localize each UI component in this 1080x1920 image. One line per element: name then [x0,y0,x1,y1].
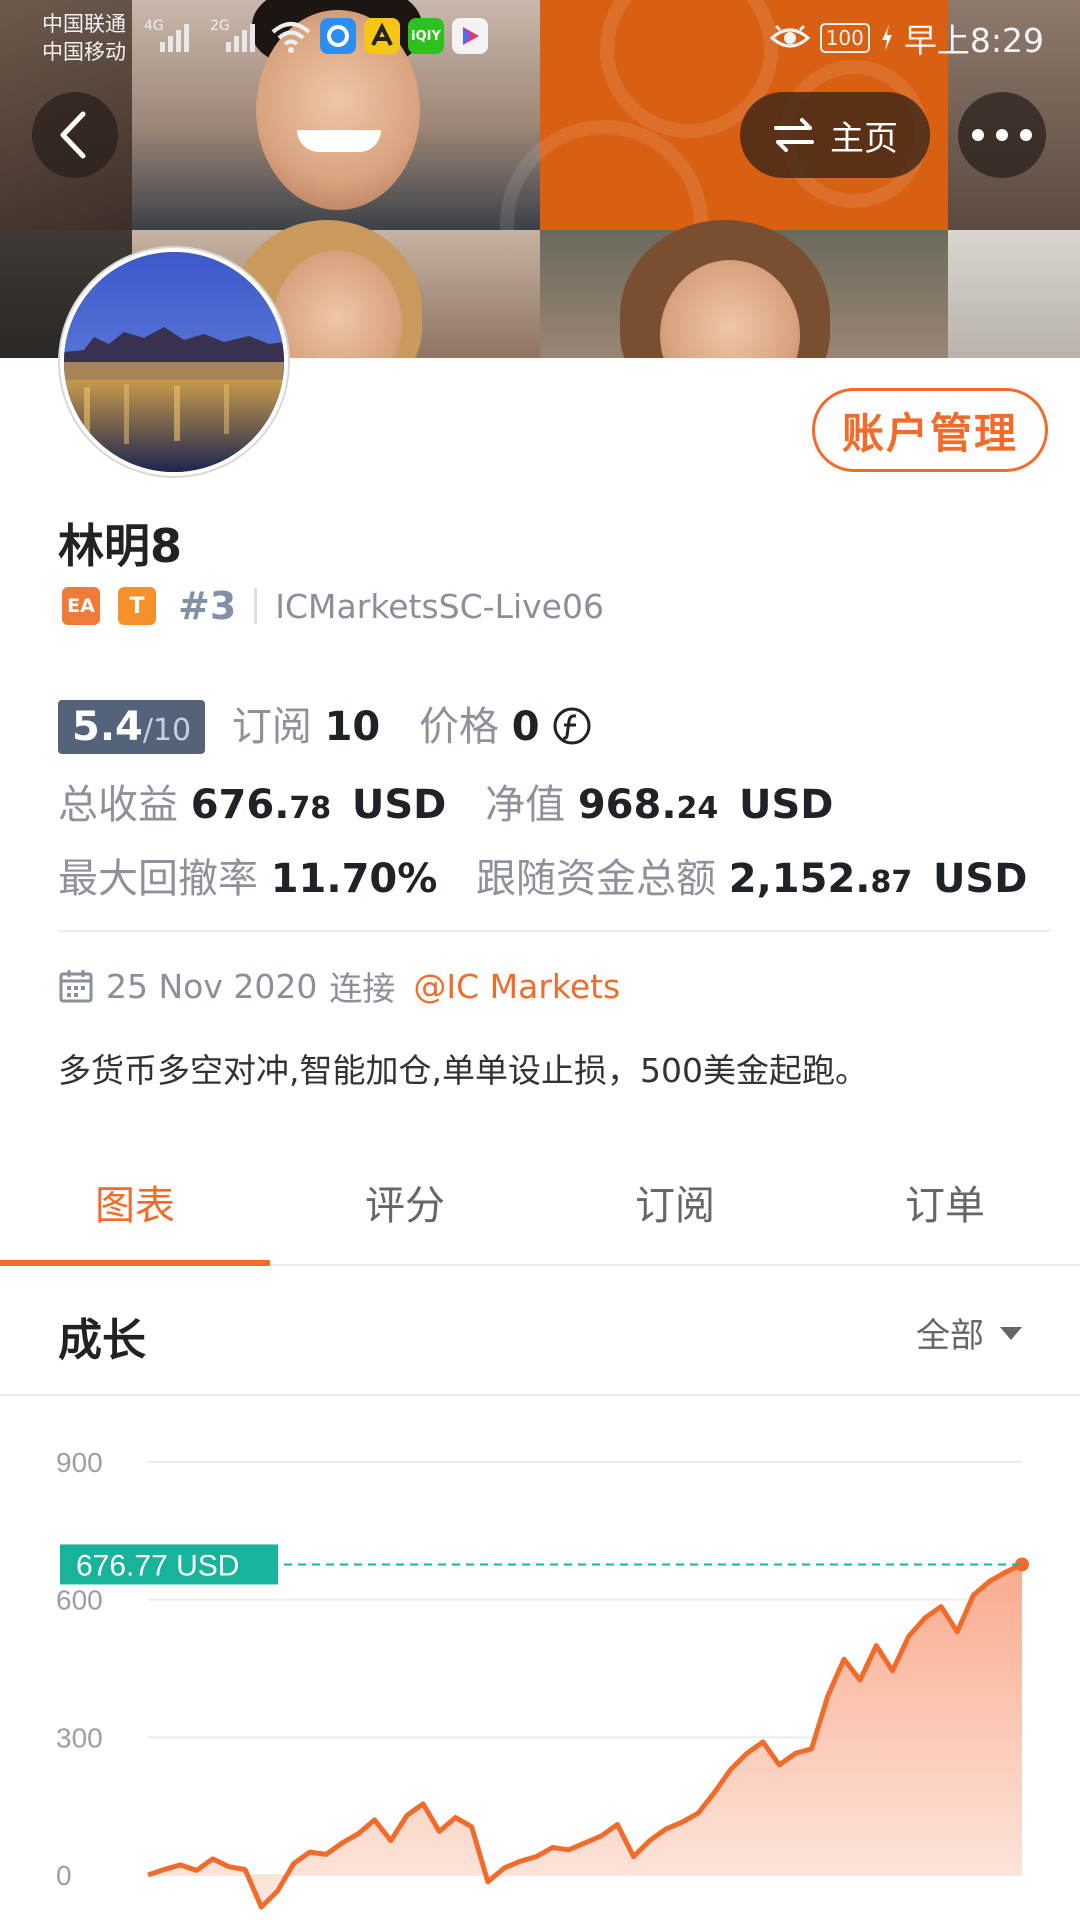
subscribe-count: 10 [324,704,381,750]
signal-icon [226,22,255,52]
app-notification-icon [320,18,356,54]
stats-row-2: 总收益 676.78 USD 净值 968.24 USD [58,772,1048,830]
connection-info: 25 Nov 2020 连接 @IC Markets [58,962,620,1010]
profile-badges: EA T #3 ICMarketsSC-Live06 [62,584,604,628]
y-tick-label: 900 [56,1447,103,1478]
back-button[interactable] [32,92,118,178]
banner-photo [540,220,948,358]
tab-subscribe[interactable]: 订阅 [540,1140,810,1264]
y-tick-label: 0 [56,1860,72,1891]
stats-row-3: 最大回撤率 11.70% 跟随资金总额 2,152.87 USD [58,846,1048,904]
app-notification-icon [452,18,488,54]
total-profit-unit: USD [351,782,447,828]
status-bar: 中国联通 中国移动 4G 2G iQIY 100 早上8:29 [0,0,1080,76]
total-profit-label: 总收益 [58,782,178,828]
max-drawdown-value: 11.70% [270,856,438,902]
section-title: 成长 [58,1315,146,1366]
range-dropdown[interactable]: 全部 [916,1308,1024,1357]
follow-funds-unit: USD [932,856,1028,902]
calendar-icon [59,970,93,1003]
tab-orders[interactable]: 订单 [810,1140,1080,1264]
follow-funds-dec: 87 [870,865,913,900]
more-options-button[interactable] [958,92,1046,178]
profile-name: 林明8 [58,519,183,573]
tab-bar: 图表 评分 订阅 订单 [0,1140,1080,1266]
status-right: 100 早上8:29 [769,14,1044,62]
caret-down-icon [1000,1326,1022,1340]
growth-header: 成长 全部 [0,1266,1080,1396]
app-notification-icon [364,18,400,54]
subscribe-label: 订阅 [231,704,312,750]
equity-int: 968. [577,782,677,828]
avatar[interactable] [60,248,288,476]
growth-area [148,1564,1022,1908]
equity-unit: USD [739,782,834,828]
battery-level: 100 [819,23,870,53]
more-dots-icon [972,129,1032,141]
stats-row-1: 5.4/10 订阅 10 价格 0 [58,694,1048,754]
broker-link[interactable]: @IC Markets [413,967,620,1006]
divider [254,588,258,624]
server-name: ICMarketsSC-Live06 [275,586,604,626]
chevron-left-icon [60,111,86,159]
max-drawdown-label: 最大回撤率 [58,856,258,902]
iqiyi-icon: iQIY [408,18,444,54]
trader-badge: T [118,587,156,625]
total-profit-int: 676. [190,782,290,828]
carrier-info: 中国联通 中国移动 [42,10,126,66]
home-button[interactable]: 主页 [740,92,930,178]
charging-icon [881,25,892,51]
connection-date: 25 Nov 2020 [106,966,318,1006]
banner-photo [948,230,1080,358]
price-label: 价格 [418,704,499,750]
clock: 早上8:29 [903,21,1044,60]
score-badge: 5.4/10 [58,700,206,754]
divider [58,930,1050,932]
score-max: /10 [142,713,192,748]
y-tick-label: 300 [56,1722,103,1753]
total-profit-dec: 78 [289,791,332,826]
tab-chart[interactable]: 图表 [0,1140,270,1266]
carrier-1: 中国联通 [42,12,126,36]
swap-icon [774,118,814,152]
wifi-icon [271,22,311,53]
strategy-description: 多货币多空对冲,智能加仓,单单设止损，500美金起跑。 [58,1051,868,1090]
rank: #3 [178,584,237,628]
follow-funds-int: 2,152. [728,856,871,902]
y-tick-label: 600 [56,1585,103,1616]
eye-comfort-icon [769,24,810,48]
coin-icon [553,707,591,745]
signal-icon [160,22,189,52]
home-button-label: 主页 [830,118,898,159]
score-value: 5.4 [72,704,143,750]
follow-funds-label: 跟随资金总额 [476,856,717,902]
growth-chart: 900 600 300 0 676.77 USD [56,1447,1029,1910]
connection-verb: 连接 [329,969,396,1008]
equity-dec: 24 [676,791,719,826]
equity-label: 净值 [485,782,566,828]
tab-rating[interactable]: 评分 [270,1140,540,1264]
carrier-2: 中国移动 [42,40,126,64]
ea-badge: EA [62,587,100,625]
current-value-label: 676.77 USD [76,1549,239,1582]
price-value: 0 [511,704,540,750]
range-dropdown-label: 全部 [916,1316,984,1356]
account-management-button[interactable]: 账户管理 [812,388,1048,472]
